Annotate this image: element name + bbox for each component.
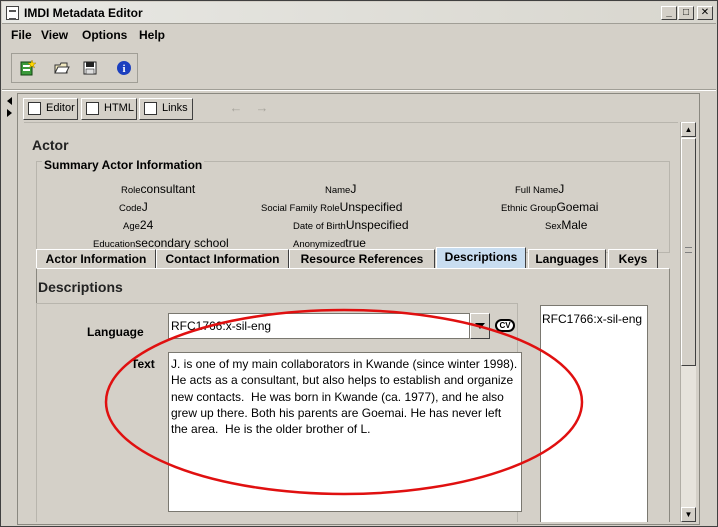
info-icon[interactable]: i xyxy=(114,59,134,77)
language-list[interactable]: RFC1766:x-sil-eng xyxy=(540,305,648,522)
close-button[interactable]: ✕ xyxy=(697,6,713,20)
tab-html[interactable]: HTML xyxy=(81,98,137,120)
separator xyxy=(2,89,716,91)
actor-tabs: Actor Information Contact Information Re… xyxy=(36,247,674,269)
scroll-thumb[interactable] xyxy=(681,138,696,366)
maximize-button[interactable]: □ xyxy=(678,6,694,20)
tab-contact-information[interactable]: Contact Information xyxy=(156,249,289,269)
minimize-button[interactable]: _ xyxy=(661,6,677,20)
menu-options[interactable]: Options xyxy=(82,28,127,42)
description-textarea[interactable]: J. is one of my main collaborators in Kw… xyxy=(168,352,522,512)
toolbar: i xyxy=(11,53,138,83)
summary-box: Summary Actor Information Roleconsultant… xyxy=(36,158,670,253)
text-label: Text xyxy=(131,357,155,371)
menu-view[interactable]: View xyxy=(41,28,68,42)
social-family-role-field: Social Family RoleUnspecified xyxy=(261,200,403,214)
split-pane-divider[interactable] xyxy=(6,93,14,523)
summary-title: Summary Actor Information xyxy=(42,158,205,172)
open-icon[interactable] xyxy=(52,59,72,77)
scroll-up-icon[interactable]: ▲ xyxy=(681,122,696,137)
app-window: IMDI Metadata Editor _ □ ✕ File View Opt… xyxy=(0,0,718,527)
code-field: CodeJ xyxy=(119,200,148,214)
title-bar: IMDI Metadata Editor _ □ ✕ xyxy=(2,2,716,24)
age-field: Age24 xyxy=(123,218,154,232)
actor-view: Actor Summary Actor Information Rolecons… xyxy=(24,122,678,522)
expand-right-icon[interactable] xyxy=(7,109,12,117)
window-title: IMDI Metadata Editor xyxy=(24,6,143,20)
scroll-down-icon[interactable]: ▼ xyxy=(681,507,696,522)
tab-languages[interactable]: Languages xyxy=(528,249,606,269)
role-field: Roleconsultant xyxy=(121,182,196,196)
menu-help[interactable]: Help xyxy=(139,28,165,42)
full-name-field: Full NameJ xyxy=(515,182,565,196)
descriptions-title: Descriptions xyxy=(38,279,123,295)
links-icon xyxy=(144,102,157,115)
date-of-birth-field: Date of BirthUnspecified xyxy=(293,218,409,232)
new-icon[interactable] xyxy=(18,59,38,77)
name-field: NameJ xyxy=(325,182,357,196)
language-label: Language xyxy=(87,325,144,339)
actor-title: Actor xyxy=(32,137,69,153)
back-arrow-icon[interactable]: ← xyxy=(228,101,244,116)
vertical-scrollbar[interactable]: ▲ ▼ xyxy=(680,122,696,522)
tab-actor-information[interactable]: Actor Information xyxy=(36,249,156,269)
tab-descriptions[interactable]: Descriptions xyxy=(436,247,526,269)
save-icon[interactable] xyxy=(80,59,100,77)
sex-field: SexMale xyxy=(545,218,588,232)
tab-resource-references[interactable]: Resource References xyxy=(289,249,435,269)
html-icon xyxy=(86,102,99,115)
editor-panel: Editor HTML Links ← → Actor Summary Acto… xyxy=(17,93,700,525)
list-item[interactable]: RFC1766:x-sil-eng xyxy=(542,312,646,326)
editor-icon xyxy=(28,102,41,115)
tab-keys[interactable]: Keys xyxy=(608,249,658,269)
language-select[interactable]: RFC1766:x-sil-eng xyxy=(168,313,470,339)
ethnic-group-field: Ethnic GroupGoemai xyxy=(501,200,599,214)
chevron-down-icon[interactable] xyxy=(470,313,490,339)
forward-arrow-icon[interactable]: → xyxy=(254,101,270,116)
cv-button[interactable]: CV xyxy=(495,319,515,332)
menu-file[interactable]: File xyxy=(11,28,32,42)
svg-text:i: i xyxy=(122,63,125,75)
grip-icon xyxy=(685,247,692,253)
tab-links[interactable]: Links xyxy=(139,98,193,120)
menu-bar: File View Options Help xyxy=(2,25,716,46)
app-icon xyxy=(6,6,19,20)
tab-editor[interactable]: Editor xyxy=(23,98,78,120)
collapse-left-icon[interactable] xyxy=(7,97,12,105)
